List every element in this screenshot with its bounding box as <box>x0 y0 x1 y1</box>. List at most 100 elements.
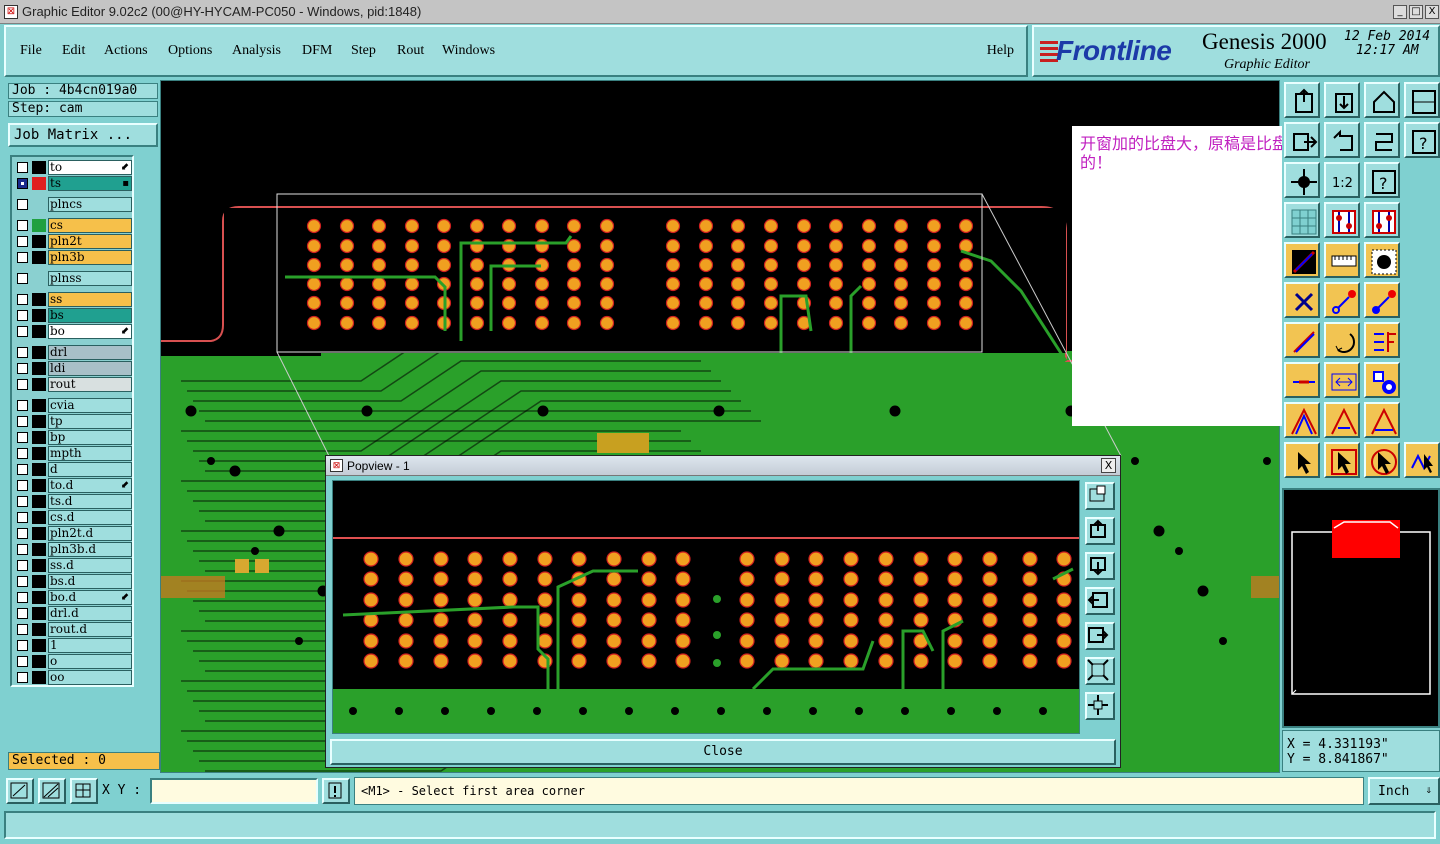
layer-name[interactable]: bs <box>48 308 132 323</box>
pan-icon[interactable] <box>1284 162 1320 198</box>
layer-checkbox[interactable] <box>17 448 28 459</box>
draw-icon[interactable] <box>1284 242 1320 278</box>
zoom-area-icon[interactable] <box>6 778 34 804</box>
layer-color-swatch[interactable] <box>32 161 46 174</box>
shapes-icon[interactable] <box>1364 362 1400 398</box>
ruler-icon[interactable] <box>1324 242 1360 278</box>
layer-checkbox[interactable] <box>17 496 28 507</box>
layer-checkbox[interactable] <box>17 672 28 683</box>
layer-row-bs-d[interactable]: bs.d <box>14 574 132 589</box>
layer-row-pln3b-d[interactable]: pln3b.d <box>14 542 132 557</box>
layer-row-ldi[interactable]: ldi <box>14 361 132 376</box>
layer-color-swatch[interactable] <box>32 543 46 556</box>
arc-icon[interactable] <box>1324 322 1360 358</box>
layer-color-swatch[interactable] <box>32 219 46 232</box>
layer-checkbox[interactable] <box>17 592 28 603</box>
layer-name[interactable]: ldi <box>48 361 132 376</box>
minimize-button[interactable]: _ <box>1393 5 1407 19</box>
menu-dfm[interactable]: DFM <box>302 43 332 59</box>
layer-checkbox[interactable] <box>17 544 28 555</box>
layer-row-bs[interactable]: bs <box>14 308 132 323</box>
menu-step[interactable]: Step <box>351 43 376 59</box>
popview-close-icon[interactable]: X <box>1101 458 1116 473</box>
layer-name[interactable]: cvia <box>48 398 132 413</box>
page-up-icon[interactable] <box>1085 517 1115 545</box>
layer-row-oo[interactable]: oo <box>14 670 132 685</box>
layer-checkbox[interactable] <box>17 528 28 539</box>
layer-name[interactable]: oo <box>48 670 132 685</box>
question-icon[interactable]: ? <box>1364 162 1400 198</box>
overview-map[interactable] <box>1282 488 1440 728</box>
layer-color-swatch[interactable] <box>32 346 46 359</box>
menu-rout[interactable]: Rout <box>397 43 424 59</box>
layer-name[interactable]: bo.d ⬋ <box>48 590 132 605</box>
layer-checkbox[interactable] <box>17 400 28 411</box>
layer-checkbox[interactable] <box>17 273 28 284</box>
layer-row-cs[interactable]: cs <box>14 218 132 233</box>
menu-actions[interactable]: Actions <box>104 43 148 59</box>
layer-checkbox[interactable] <box>17 512 28 523</box>
popview-close-button[interactable]: Close <box>330 739 1116 765</box>
triangle-up-icon[interactable] <box>1324 402 1360 438</box>
layer-row-ts[interactable]: ts ▪ <box>14 176 132 191</box>
page-down-icon[interactable] <box>1324 82 1360 118</box>
unit-selector[interactable]: Inch ⇓ <box>1368 777 1440 805</box>
layer-row-1[interactable]: 1 <box>14 638 132 653</box>
layer-color-swatch[interactable] <box>32 655 46 668</box>
undo-icon[interactable] <box>1324 122 1360 158</box>
layer-color-swatch[interactable] <box>32 559 46 572</box>
layer-row-cs-d[interactable]: cs.d <box>14 510 132 525</box>
pad-icon[interactable] <box>1364 242 1400 278</box>
layer-checkbox[interactable] <box>17 464 28 475</box>
layer-color-swatch[interactable] <box>32 527 46 540</box>
move-icon[interactable] <box>1324 282 1360 318</box>
layer-checkbox[interactable] <box>17 416 28 427</box>
zoom-in-icon[interactable] <box>1085 657 1115 685</box>
layer-color-swatch[interactable] <box>32 623 46 636</box>
layer-color-swatch[interactable] <box>32 511 46 524</box>
layer-row-pln2t-d[interactable]: pln2t.d <box>14 526 132 541</box>
layer-color-swatch[interactable] <box>32 235 46 248</box>
layer-checkbox[interactable] <box>17 656 28 667</box>
triangle-icon[interactable] <box>1284 402 1320 438</box>
layer-row-drl[interactable]: drl <box>14 345 132 360</box>
layer-name[interactable]: o <box>48 654 132 669</box>
measure-icon[interactable] <box>1364 322 1400 358</box>
layer-name[interactable]: d <box>48 462 132 477</box>
layer-checkbox[interactable] <box>17 310 28 321</box>
layer-name[interactable]: pln3b.d <box>48 542 132 557</box>
layer-color-swatch[interactable] <box>32 177 46 190</box>
layer-row-plnss[interactable]: plnss <box>14 271 132 286</box>
layer-checkbox[interactable] <box>17 199 28 210</box>
zoom-window-icon[interactable] <box>1404 82 1440 118</box>
layer-color-swatch[interactable] <box>32 415 46 428</box>
layer-checkbox[interactable] <box>17 294 28 305</box>
info-button[interactable] <box>322 778 350 804</box>
zoom-out-icon[interactable] <box>1085 692 1115 720</box>
layer-checkbox[interactable] <box>17 560 28 571</box>
minus-icon[interactable] <box>1284 362 1320 398</box>
grid-snap-icon[interactable] <box>70 778 98 804</box>
layer-row-to[interactable]: to ⬋ <box>14 160 132 175</box>
layer-color-swatch[interactable] <box>32 251 46 264</box>
layer-row-o[interactable]: o <box>14 654 132 669</box>
layer-row-d[interactable]: d <box>14 462 132 477</box>
layer-checkbox[interactable] <box>17 326 28 337</box>
layer-row-ts-d[interactable]: ts.d <box>14 494 132 509</box>
layer-name[interactable]: bp <box>48 430 132 445</box>
job-matrix-button[interactable]: Job Matrix ... <box>8 123 158 147</box>
menu-options[interactable]: Options <box>168 43 212 59</box>
pointer-icon[interactable] <box>1284 442 1320 478</box>
page-right-icon[interactable] <box>1085 622 1115 650</box>
layer-row-ss-d[interactable]: ss.d <box>14 558 132 573</box>
layer-name[interactable]: rout.d <box>48 622 132 637</box>
layer-name[interactable]: ss <box>48 292 132 307</box>
layer-row-bo[interactable]: bo ⬋ <box>14 324 132 339</box>
layer-color-swatch[interactable] <box>32 325 46 338</box>
layer-color-swatch[interactable] <box>32 463 46 476</box>
layer-name[interactable]: tp <box>48 414 132 429</box>
layer-color-swatch[interactable] <box>32 639 46 652</box>
layer-name[interactable]: pln3b <box>48 250 132 265</box>
snap-icon[interactable] <box>1324 362 1360 398</box>
connect-icon[interactable] <box>1364 282 1400 318</box>
